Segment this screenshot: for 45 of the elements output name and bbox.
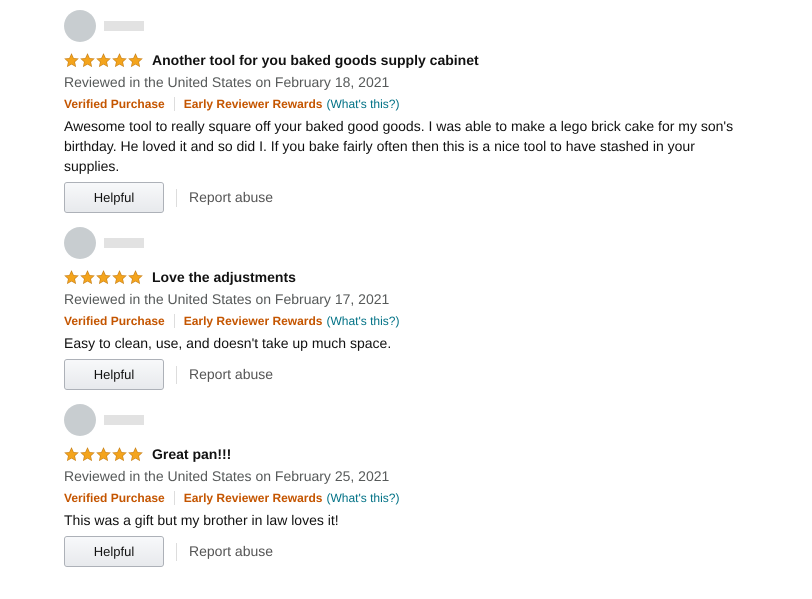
review-title[interactable]: Another tool for you baked goods supply cabinet xyxy=(152,50,479,71)
star-icon xyxy=(128,270,143,285)
verified-purchase-label: Verified Purchase xyxy=(64,490,165,507)
star-icon xyxy=(96,447,111,462)
report-abuse-link[interactable]: Report abuse xyxy=(189,541,274,562)
helpful-button[interactable]: Helpful xyxy=(64,182,164,213)
star-icon xyxy=(112,53,127,68)
helpful-button[interactable]: Helpful xyxy=(64,359,164,390)
avatar xyxy=(64,10,96,42)
redacted-name-bar xyxy=(104,415,144,425)
avatar xyxy=(64,404,96,436)
review-body: Easy to clean, use, and doesn't take up much space. xyxy=(64,334,392,353)
report-abuse-link[interactable]: Report abuse xyxy=(189,187,274,208)
review-body: Awesome tool to really square off your baked good goods. I was able to make a lego brick cake for my son's birthday. He loved it and so did I. If you bake fairly often then this is a nice tool to have stashed in your supplies. xyxy=(64,117,734,176)
early-reviewer-label: Early Reviewer Rewards xyxy=(184,96,322,113)
helpful-button[interactable]: Helpful xyxy=(64,536,164,567)
star-icon xyxy=(80,270,95,285)
star-icon xyxy=(96,53,111,68)
star-icon xyxy=(80,447,95,462)
star-icon xyxy=(64,447,79,462)
redacted-name-bar xyxy=(104,21,144,31)
star-icon xyxy=(128,447,143,462)
avatar xyxy=(64,227,96,259)
early-reviewer-label: Early Reviewer Rewards xyxy=(184,490,322,507)
star-icon xyxy=(112,447,127,462)
review-date: Reviewed in the United States on February 18, 2021 xyxy=(64,73,390,92)
report-abuse-link[interactable]: Report abuse xyxy=(189,364,274,385)
verified-purchase-label: Verified Purchase xyxy=(64,313,165,330)
review-title[interactable]: Great pan!!! xyxy=(152,444,232,465)
early-reviewer-label: Early Reviewer Rewards xyxy=(184,313,322,330)
review-title[interactable]: Love the adjustments xyxy=(152,267,296,288)
review-date: Reviewed in the United States on February 17, 2021 xyxy=(64,290,390,309)
whats-this-link[interactable]: (What's this?) xyxy=(326,489,400,507)
star-icon xyxy=(80,53,95,68)
verified-purchase-label: Verified Purchase xyxy=(64,96,165,113)
star-icon xyxy=(96,270,111,285)
review-body: This was a gift but my brother in law loves it! xyxy=(64,511,340,530)
whats-this-link[interactable]: (What's this?) xyxy=(326,95,400,113)
star-icon xyxy=(128,53,143,68)
star-icon xyxy=(64,270,79,285)
whats-this-link[interactable]: (What's this?) xyxy=(326,312,400,330)
redacted-name-bar xyxy=(104,238,144,248)
star-icon xyxy=(112,270,127,285)
review-date: Reviewed in the United States on February 25, 2021 xyxy=(64,467,390,486)
star-icon xyxy=(64,53,79,68)
